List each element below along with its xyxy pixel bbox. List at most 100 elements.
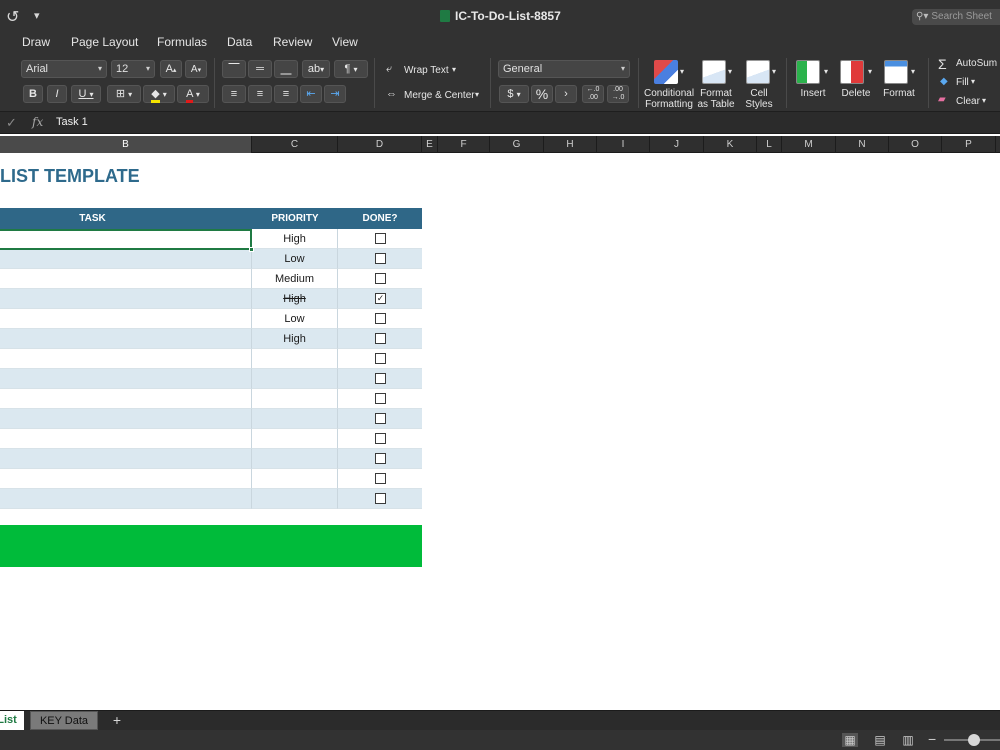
task-cell[interactable] <box>0 309 252 329</box>
tab-formulas[interactable]: Formulas <box>157 35 207 49</box>
orientation-button[interactable]: ab▾ <box>302 60 330 78</box>
number-format-select[interactable]: General ▾ <box>498 60 630 78</box>
fill-button[interactable]: Fill <box>956 77 969 88</box>
priority-cell[interactable]: High <box>252 289 338 309</box>
checkbox[interactable] <box>375 433 386 444</box>
task-cell[interactable] <box>0 489 252 509</box>
column-header-h[interactable]: H <box>544 136 597 153</box>
fill-color-button[interactable]: ◆ ▾ <box>143 85 175 103</box>
column-header-i[interactable]: I <box>597 136 650 153</box>
priority-cell[interactable]: Low <box>252 309 338 329</box>
checkbox[interactable] <box>375 393 386 404</box>
column-header-f[interactable]: F <box>438 136 490 153</box>
decrease-decimal-button[interactable]: .00 →.0 <box>607 85 629 103</box>
column-header-p[interactable]: P <box>942 136 996 153</box>
font-color-button[interactable]: A ▾ <box>177 85 209 103</box>
task-cell[interactable] <box>0 469 252 489</box>
priority-cell[interactable]: High <box>252 229 338 249</box>
task-cell[interactable] <box>0 249 252 269</box>
checkbox[interactable] <box>375 353 386 364</box>
priority-cell[interactable]: Medium <box>252 269 338 289</box>
column-header-g[interactable]: G <box>490 136 544 153</box>
task-cell[interactable] <box>0 289 252 309</box>
column-header-j[interactable]: J <box>650 136 704 153</box>
insert-button[interactable]: Insert <box>794 88 832 99</box>
add-sheet-button[interactable]: + <box>108 711 126 730</box>
align-top-button[interactable]: ⎺ <box>222 60 246 78</box>
tab-data[interactable]: Data <box>227 35 252 49</box>
task-cell[interactable] <box>0 429 252 449</box>
italic-button[interactable]: I <box>47 85 67 103</box>
task-cell[interactable] <box>0 449 252 469</box>
column-header-k[interactable]: K <box>704 136 757 153</box>
check-icon[interactable]: ✓ <box>6 115 17 131</box>
quick-access-dropdown-icon[interactable]: ▾ <box>34 9 40 22</box>
worksheet[interactable]: LIST TEMPLATE TASK PRIORITY DONE? High Lo… <box>0 154 1000 710</box>
formula-input[interactable]: Task 1 <box>56 116 88 128</box>
checkbox[interactable] <box>375 473 386 484</box>
align-middle-button[interactable]: ═ <box>248 60 272 78</box>
fill-handle[interactable] <box>249 247 254 252</box>
column-header-d[interactable]: D <box>338 136 422 153</box>
task-cell[interactable] <box>0 349 252 369</box>
format-as-table-button[interactable]: Format as Table <box>694 88 738 110</box>
cell-styles-button[interactable]: Cell Styles <box>740 88 778 110</box>
align-bottom-button[interactable]: ⎽ <box>274 60 298 78</box>
page-layout-view-icon[interactable]: ▤ <box>872 733 888 747</box>
search-sheet-input[interactable]: ⚲▾ Search Sheet <box>912 9 1000 25</box>
priority-cell[interactable] <box>252 369 338 389</box>
tab-draw[interactable]: Draw <box>22 35 50 49</box>
priority-cell[interactable] <box>252 349 338 369</box>
priority-cell[interactable] <box>252 489 338 509</box>
format-button[interactable]: Format <box>880 88 918 99</box>
checked-checkbox[interactable]: ✓ <box>375 293 386 304</box>
column-header-o[interactable]: O <box>889 136 942 153</box>
wrap-text-button[interactable]: Wrap Text <box>404 65 449 76</box>
priority-cell[interactable] <box>252 389 338 409</box>
currency-button[interactable]: $ ▾ <box>499 85 529 103</box>
paragraph-direction-button[interactable]: ¶ ▾ <box>334 60 368 78</box>
increase-indent-button[interactable]: ⇥ <box>324 85 346 103</box>
underline-button[interactable]: U ▾ <box>71 85 101 103</box>
column-header-m[interactable]: M <box>782 136 836 153</box>
sheet-tab-list[interactable]: List <box>0 711 24 730</box>
increase-decimal-button[interactable]: ←.0.00 <box>582 85 604 103</box>
zoom-slider-handle[interactable] <box>968 734 980 746</box>
conditional-formatting-button[interactable]: Conditional Formatting <box>644 88 694 110</box>
page-break-view-icon[interactable]: ▥ <box>900 733 916 747</box>
priority-cell[interactable]: Low <box>252 249 338 269</box>
tab-review[interactable]: Review <box>273 35 312 49</box>
decrease-font-size-button[interactable]: A▾ <box>185 60 207 78</box>
font-name-select[interactable]: Arial ▾ <box>21 60 107 78</box>
priority-cell[interactable] <box>252 449 338 469</box>
priority-cell[interactable] <box>252 409 338 429</box>
task-cell[interactable] <box>0 389 252 409</box>
sheet-tab-key-data[interactable]: KEY Data <box>30 711 98 730</box>
tab-view[interactable]: View <box>332 35 358 49</box>
tab-page-layout[interactable]: Page Layout <box>71 35 138 49</box>
priority-cell[interactable]: High <box>252 329 338 349</box>
font-size-select[interactable]: 12 ▾ <box>111 60 155 78</box>
autosum-button[interactable]: AutoSum <box>956 58 997 69</box>
merge-center-button[interactable]: Merge & Center <box>404 90 475 101</box>
checkbox[interactable] <box>375 253 386 264</box>
priority-cell[interactable] <box>252 469 338 489</box>
increase-font-size-button[interactable]: A▴ <box>160 60 182 78</box>
column-header-b[interactable]: B <box>0 136 252 153</box>
checkbox[interactable] <box>375 333 386 344</box>
zoom-out-button[interactable]: − <box>928 731 936 747</box>
normal-view-icon[interactable]: ▦ <box>842 733 858 747</box>
checkbox[interactable] <box>375 273 386 284</box>
percent-button[interactable]: % <box>531 85 553 103</box>
delete-button[interactable]: Delete <box>836 88 876 99</box>
bold-button[interactable]: B <box>23 85 43 103</box>
comma-style-button[interactable]: › <box>555 85 577 103</box>
align-left-button[interactable]: ≡ <box>222 85 246 103</box>
task-cell[interactable] <box>0 329 252 349</box>
align-right-button[interactable]: ≡ <box>274 85 298 103</box>
borders-button[interactable]: ⊞ ▾ <box>107 85 141 103</box>
checkbox[interactable] <box>375 413 386 424</box>
checkbox[interactable] <box>375 373 386 384</box>
align-center-button[interactable]: ≡ <box>248 85 272 103</box>
task-cell[interactable] <box>0 409 252 429</box>
